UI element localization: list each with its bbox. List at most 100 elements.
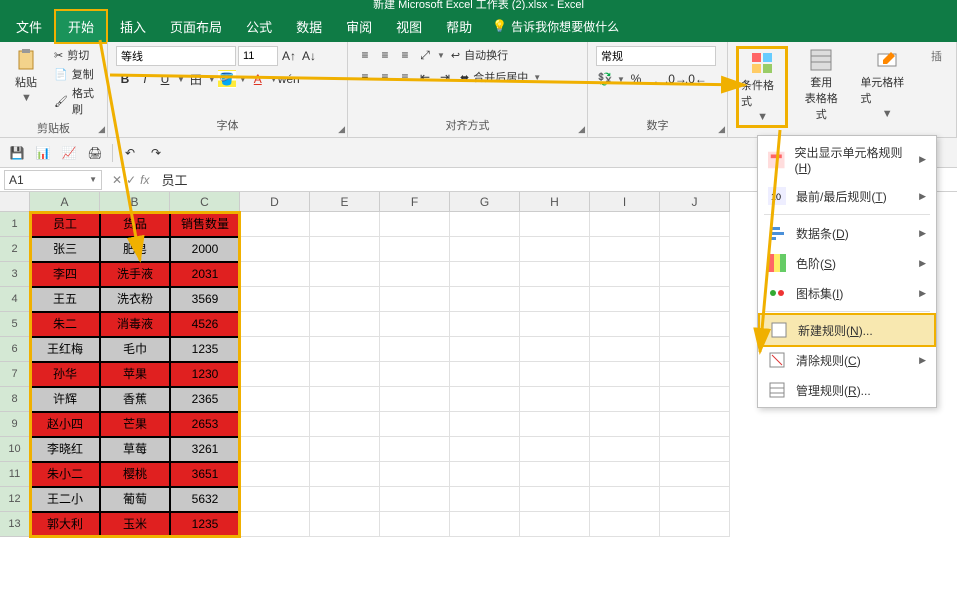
data-cell[interactable]: 毛巾 (100, 337, 170, 362)
empty-cell[interactable] (310, 487, 380, 512)
empty-cell[interactable] (520, 362, 590, 387)
undo-icon[interactable]: ↶ (121, 144, 139, 162)
data-cell[interactable]: 消毒液 (100, 312, 170, 337)
data-cell[interactable]: 郭大利 (30, 512, 100, 537)
empty-cell[interactable] (590, 262, 660, 287)
empty-cell[interactable] (380, 287, 450, 312)
empty-cell[interactable] (520, 437, 590, 462)
row-header-13[interactable]: 13 (0, 512, 30, 537)
empty-cell[interactable] (660, 512, 730, 537)
chevron-down-icon[interactable]: ▼ (177, 75, 185, 84)
empty-cell[interactable] (310, 437, 380, 462)
col-header-I[interactable]: I (590, 192, 660, 212)
data-cell[interactable]: 2031 (170, 262, 240, 287)
comma-icon[interactable]: , (647, 70, 665, 88)
menu-layout[interactable]: 页面布局 (158, 11, 234, 42)
align-left-icon[interactable]: ≡ (356, 68, 374, 86)
empty-cell[interactable] (310, 312, 380, 337)
empty-cell[interactable] (310, 237, 380, 262)
data-cell[interactable]: 2365 (170, 387, 240, 412)
empty-cell[interactable] (240, 262, 310, 287)
empty-cell[interactable] (240, 462, 310, 487)
data-cell[interactable]: 肥皂 (100, 237, 170, 262)
empty-cell[interactable] (380, 262, 450, 287)
menu-clear-rules[interactable]: 清除规则(C) ▶ (758, 345, 936, 375)
empty-cell[interactable] (660, 237, 730, 262)
empty-cell[interactable] (590, 362, 660, 387)
data-cell[interactable]: 1235 (170, 512, 240, 537)
empty-cell[interactable] (450, 287, 520, 312)
empty-cell[interactable] (520, 512, 590, 537)
chevron-down-icon[interactable]: ▼ (437, 51, 445, 60)
tell-me[interactable]: 💡告诉我你想要做什么 (492, 18, 619, 35)
empty-cell[interactable] (660, 287, 730, 312)
col-header-H[interactable]: H (520, 192, 590, 212)
empty-cell[interactable] (240, 487, 310, 512)
row-header-11[interactable]: 11 (0, 462, 30, 487)
number-format-combo[interactable] (596, 46, 716, 66)
format-painter-button[interactable]: 🖌格式刷 (50, 84, 99, 118)
empty-cell[interactable] (660, 362, 730, 387)
row-header-8[interactable]: 8 (0, 387, 30, 412)
data-cell[interactable]: 货品 (100, 212, 170, 237)
empty-cell[interactable] (590, 237, 660, 262)
empty-cell[interactable] (240, 512, 310, 537)
empty-cell[interactable] (380, 237, 450, 262)
decrease-font-icon[interactable]: A↓ (300, 47, 318, 65)
empty-cell[interactable] (450, 337, 520, 362)
empty-cell[interactable] (450, 412, 520, 437)
empty-cell[interactable] (310, 337, 380, 362)
data-cell[interactable]: 朱小二 (30, 462, 100, 487)
empty-cell[interactable] (590, 412, 660, 437)
copy-button[interactable]: 📄复制 (50, 65, 99, 83)
col-header-B[interactable]: B (100, 192, 170, 212)
data-cell[interactable]: 苹果 (100, 362, 170, 387)
bold-button[interactable]: B (116, 70, 134, 88)
accept-formula-icon[interactable]: ✓ (126, 173, 136, 187)
empty-cell[interactable] (450, 512, 520, 537)
empty-cell[interactable] (450, 212, 520, 237)
col-header-G[interactable]: G (450, 192, 520, 212)
data-cell[interactable]: 1230 (170, 362, 240, 387)
data-cell[interactable]: 草莓 (100, 437, 170, 462)
data-cell[interactable]: 4526 (170, 312, 240, 337)
empty-cell[interactable] (590, 287, 660, 312)
data-cell[interactable]: 李晓红 (30, 437, 100, 462)
cell-styles-button[interactable]: 单元格样式 ▼ (854, 46, 919, 122)
empty-cell[interactable] (380, 512, 450, 537)
menu-file[interactable]: 文件 (4, 11, 54, 42)
data-cell[interactable]: 赵小四 (30, 412, 100, 437)
empty-cell[interactable] (450, 362, 520, 387)
empty-cell[interactable] (660, 212, 730, 237)
row-header-1[interactable]: 1 (0, 212, 30, 237)
menu-home[interactable]: 开始 (54, 9, 108, 44)
font-color-button[interactable]: A (249, 70, 267, 88)
menu-icon-sets[interactable]: 图标集(I) ▶ (758, 278, 936, 308)
col-header-D[interactable]: D (240, 192, 310, 212)
row-header-9[interactable]: 9 (0, 412, 30, 437)
qat-icon-3[interactable]: 📈 (60, 144, 78, 162)
empty-cell[interactable] (660, 337, 730, 362)
empty-cell[interactable] (380, 437, 450, 462)
data-cell[interactable]: 3569 (170, 287, 240, 312)
data-cell[interactable]: 芒果 (100, 412, 170, 437)
data-cell[interactable]: 朱二 (30, 312, 100, 337)
empty-cell[interactable] (450, 312, 520, 337)
increase-font-icon[interactable]: A↑ (280, 47, 298, 65)
empty-cell[interactable] (310, 262, 380, 287)
data-cell[interactable]: 葡萄 (100, 487, 170, 512)
data-cell[interactable]: 许辉 (30, 387, 100, 412)
empty-cell[interactable] (380, 212, 450, 237)
empty-cell[interactable] (590, 212, 660, 237)
cancel-formula-icon[interactable]: ✕ (112, 173, 122, 187)
data-cell[interactable]: 3261 (170, 437, 240, 462)
redo-icon[interactable]: ↷ (147, 144, 165, 162)
empty-cell[interactable] (240, 237, 310, 262)
font-size-combo[interactable] (238, 46, 278, 66)
col-header-A[interactable]: A (30, 192, 100, 212)
insert-cells-button[interactable]: 插 (925, 46, 948, 66)
menu-formulas[interactable]: 公式 (234, 11, 284, 42)
empty-cell[interactable] (240, 312, 310, 337)
empty-cell[interactable] (520, 487, 590, 512)
align-right-icon[interactable]: ≡ (396, 68, 414, 86)
